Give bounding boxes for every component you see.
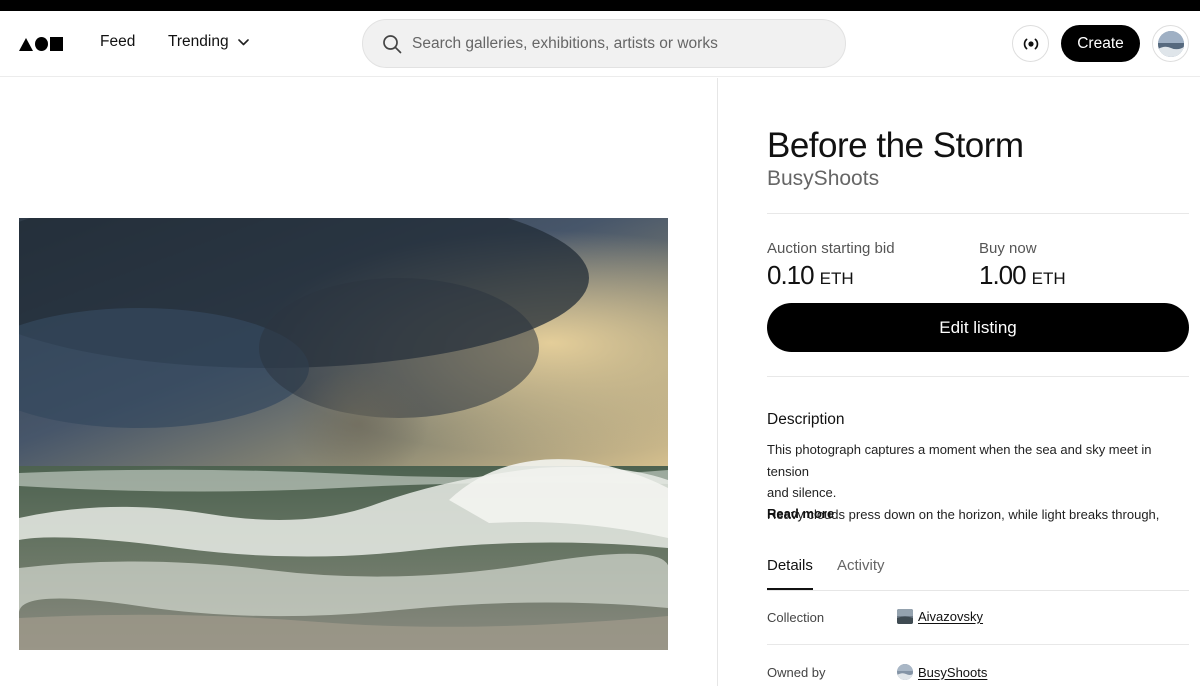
search-input[interactable] xyxy=(412,34,832,53)
owner-name: BusyShoots xyxy=(918,664,988,680)
logo-icon[interactable] xyxy=(19,37,63,51)
artist-name-link[interactable]: BusyShoots xyxy=(767,167,879,191)
description-line: This photograph captures a moment when t… xyxy=(767,442,1152,479)
user-avatar-button[interactable] xyxy=(1152,25,1189,62)
auction-bid-unit: ETH xyxy=(819,269,854,288)
search-icon xyxy=(381,33,403,55)
description-heading: Description xyxy=(767,411,845,428)
auction-bid-label: Auction starting bid xyxy=(767,240,895,257)
header: Feed Trending Create xyxy=(0,11,1200,77)
owner-link[interactable]: BusyShoots xyxy=(897,664,987,680)
nav-trending-dropdown[interactable]: Trending xyxy=(168,33,249,51)
chevron-down-icon xyxy=(237,38,249,45)
auction-bid-price: 0.10 ETH xyxy=(767,260,854,291)
tab-details[interactable]: Details xyxy=(767,557,813,590)
collection-label: Collection xyxy=(767,610,825,625)
artwork-image[interactable] xyxy=(19,218,668,650)
nav-feed-link[interactable]: Feed xyxy=(100,33,135,51)
live-broadcast-button[interactable] xyxy=(1012,25,1049,62)
avatar xyxy=(1157,30,1184,57)
row-divider xyxy=(767,644,1189,645)
owner-avatar xyxy=(897,664,913,680)
column-divider xyxy=(717,78,718,686)
buy-now-price: 1.00 ETH xyxy=(979,260,1066,291)
edit-listing-button[interactable]: Edit listing xyxy=(767,303,1189,352)
broadcast-icon xyxy=(1023,38,1038,49)
auction-bid-value: 0.10 xyxy=(767,260,815,290)
section-divider xyxy=(767,376,1189,377)
read-more-link[interactable]: Read more xyxy=(767,506,834,521)
description-line: and silence. xyxy=(767,485,837,500)
buy-now-label: Buy now xyxy=(979,240,1037,257)
buy-now-unit: ETH xyxy=(1031,269,1066,288)
collection-name: Aivazovsky xyxy=(918,609,984,624)
owner-label: Owned by xyxy=(767,665,826,680)
search-bar[interactable] xyxy=(362,19,846,68)
top-black-strip xyxy=(0,0,1200,11)
buy-now-value: 1.00 xyxy=(979,260,1027,290)
tab-activity[interactable]: Activity xyxy=(837,557,885,588)
section-divider xyxy=(767,213,1189,214)
create-button[interactable]: Create xyxy=(1061,25,1140,62)
tabs-divider xyxy=(767,590,1189,591)
collection-link[interactable]: Aivazovsky xyxy=(897,609,983,624)
nav-trending-label: Trending xyxy=(168,33,229,50)
artwork-title: Before the Storm xyxy=(767,126,1024,165)
collection-thumbnail xyxy=(897,609,913,624)
